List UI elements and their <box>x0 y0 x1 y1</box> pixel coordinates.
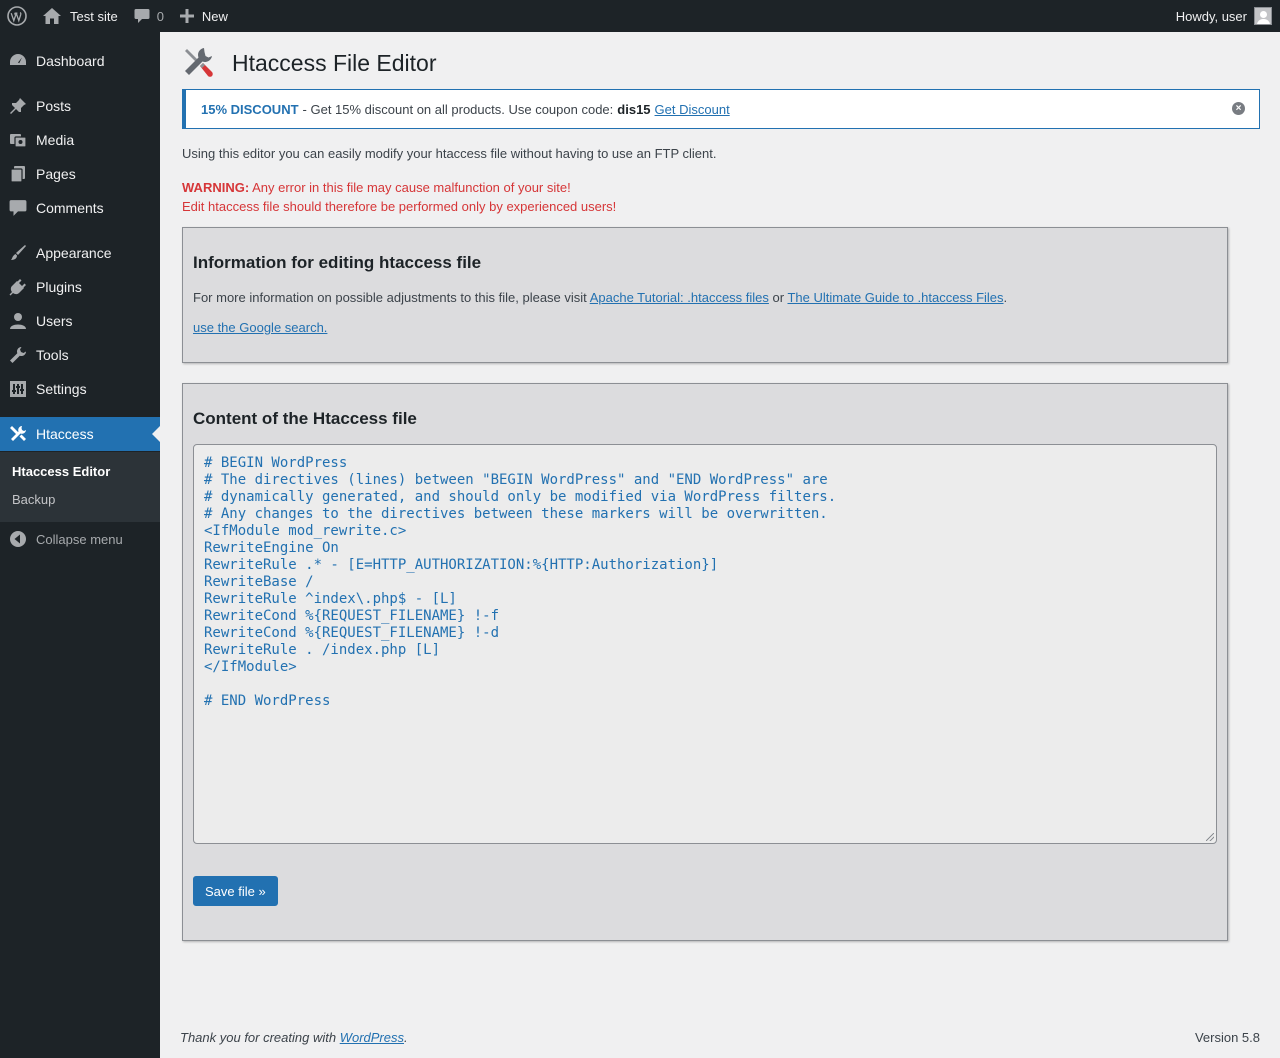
sidebar-item-dashboard[interactable]: Dashboard <box>0 44 160 78</box>
page-header: Htaccess File Editor <box>182 46 437 81</box>
pages-icon <box>0 165 36 183</box>
tools-icon <box>0 425 36 443</box>
info-paragraph: For more information on possible adjustm… <box>193 290 1008 305</box>
discount-text: - Get 15% discount on all products. Use … <box>302 101 614 117</box>
collapse-menu-button[interactable]: Collapse menu <box>0 522 123 556</box>
resize-handle[interactable] <box>1206 833 1214 841</box>
plugin-tools-icon <box>182 46 214 81</box>
comment-icon <box>0 199 36 217</box>
ultimate-guide-link[interactable]: The Ultimate Guide to .htaccess Files <box>787 290 1003 305</box>
wrench-icon <box>0 346 36 364</box>
google-search-link[interactable]: use the Google search. <box>193 320 327 335</box>
htaccess-content: # BEGIN WordPress # The directives (line… <box>204 455 837 709</box>
sidebar-item-appearance[interactable]: Appearance <box>0 236 160 270</box>
sidebar-item-media[interactable]: Media <box>0 123 160 157</box>
info-heading: Information for editing htaccess file <box>193 253 482 272</box>
apache-tutorial-link[interactable]: Apache Tutorial: .htaccess files <box>590 290 769 305</box>
content-heading: Content of the Htaccess file <box>193 409 417 428</box>
comments-link[interactable]: 0 <box>126 0 172 32</box>
new-label: New <box>201 8 228 24</box>
comment-icon <box>134 9 150 23</box>
warning-label: WARNING: <box>182 180 250 195</box>
dismiss-notice-button[interactable]: × <box>1232 102 1245 115</box>
content-box: Content of the Htaccess file # BEGIN Wor… <box>182 383 1228 941</box>
account-menu[interactable]: Howdy, user <box>1168 0 1280 32</box>
discount-highlight: 15% DISCOUNT <box>201 101 299 117</box>
sidebar-item-posts[interactable]: Posts <box>0 89 160 123</box>
brush-icon <box>0 244 36 262</box>
site-name-link[interactable]: Test site <box>34 0 126 32</box>
submenu-backup[interactable]: Backup <box>0 486 160 514</box>
pin-icon <box>0 97 36 115</box>
discount-notice: 15% DISCOUNT - Get 15% discount on all p… <box>182 89 1260 129</box>
admin-bar: Test site 0 New Howdy, user <box>0 0 1280 32</box>
collapse-arrow-icon <box>0 530 36 548</box>
avatar <box>1254 7 1272 25</box>
info-box: Information for editing htaccess file Fo… <box>182 227 1228 363</box>
dashboard-icon <box>0 52 36 70</box>
google-paragraph: use the Google search. <box>193 320 1217 335</box>
sidebar-item-htaccess[interactable]: Htaccess <box>0 417 160 451</box>
sidebar-item-users[interactable]: Users <box>0 304 160 338</box>
plus-icon <box>179 9 194 23</box>
media-icon <box>0 131 36 149</box>
admin-sidebar: Dashboard Posts Media Pages Comments App… <box>0 32 160 1058</box>
htaccess-submenu: Htaccess Editor Backup <box>0 452 160 522</box>
sidebar-item-pages[interactable]: Pages <box>0 157 160 191</box>
plugin-icon <box>0 278 36 296</box>
home-icon <box>43 8 61 24</box>
site-name: Test site <box>70 8 118 24</box>
intro-text: Using this editor you can easily modify … <box>182 146 717 161</box>
new-content-link[interactable]: New <box>172 0 236 32</box>
get-discount-link[interactable]: Get Discount <box>655 102 730 117</box>
sidebar-item-comments[interactable]: Comments <box>0 191 160 225</box>
comments-count: 0 <box>156 8 164 24</box>
sidebar-item-settings[interactable]: Settings <box>0 372 160 406</box>
sidebar-item-tools[interactable]: Tools <box>0 338 160 372</box>
coupon-code: dis15 <box>617 101 651 117</box>
wordpress-link[interactable]: WordPress <box>340 1030 404 1045</box>
footer-thanks: Thank you for creating with WordPress. <box>180 1030 408 1045</box>
settings-icon <box>0 380 36 398</box>
submenu-htaccess-editor[interactable]: Htaccess Editor <box>0 458 160 486</box>
user-icon <box>0 312 36 330</box>
version-text: Version 5.8 <box>1194 1030 1260 1045</box>
htaccess-textarea[interactable]: # BEGIN WordPress # The directives (line… <box>193 444 1217 844</box>
warning-text: WARNING: Any error in this file may caus… <box>182 180 617 214</box>
page-title: Htaccess File Editor <box>232 50 437 76</box>
greeting: Howdy, user <box>1175 8 1247 24</box>
sidebar-item-plugins[interactable]: Plugins <box>0 270 160 304</box>
wordpress-logo-icon[interactable] <box>0 0 34 32</box>
save-file-button[interactable]: Save file » <box>193 876 278 906</box>
